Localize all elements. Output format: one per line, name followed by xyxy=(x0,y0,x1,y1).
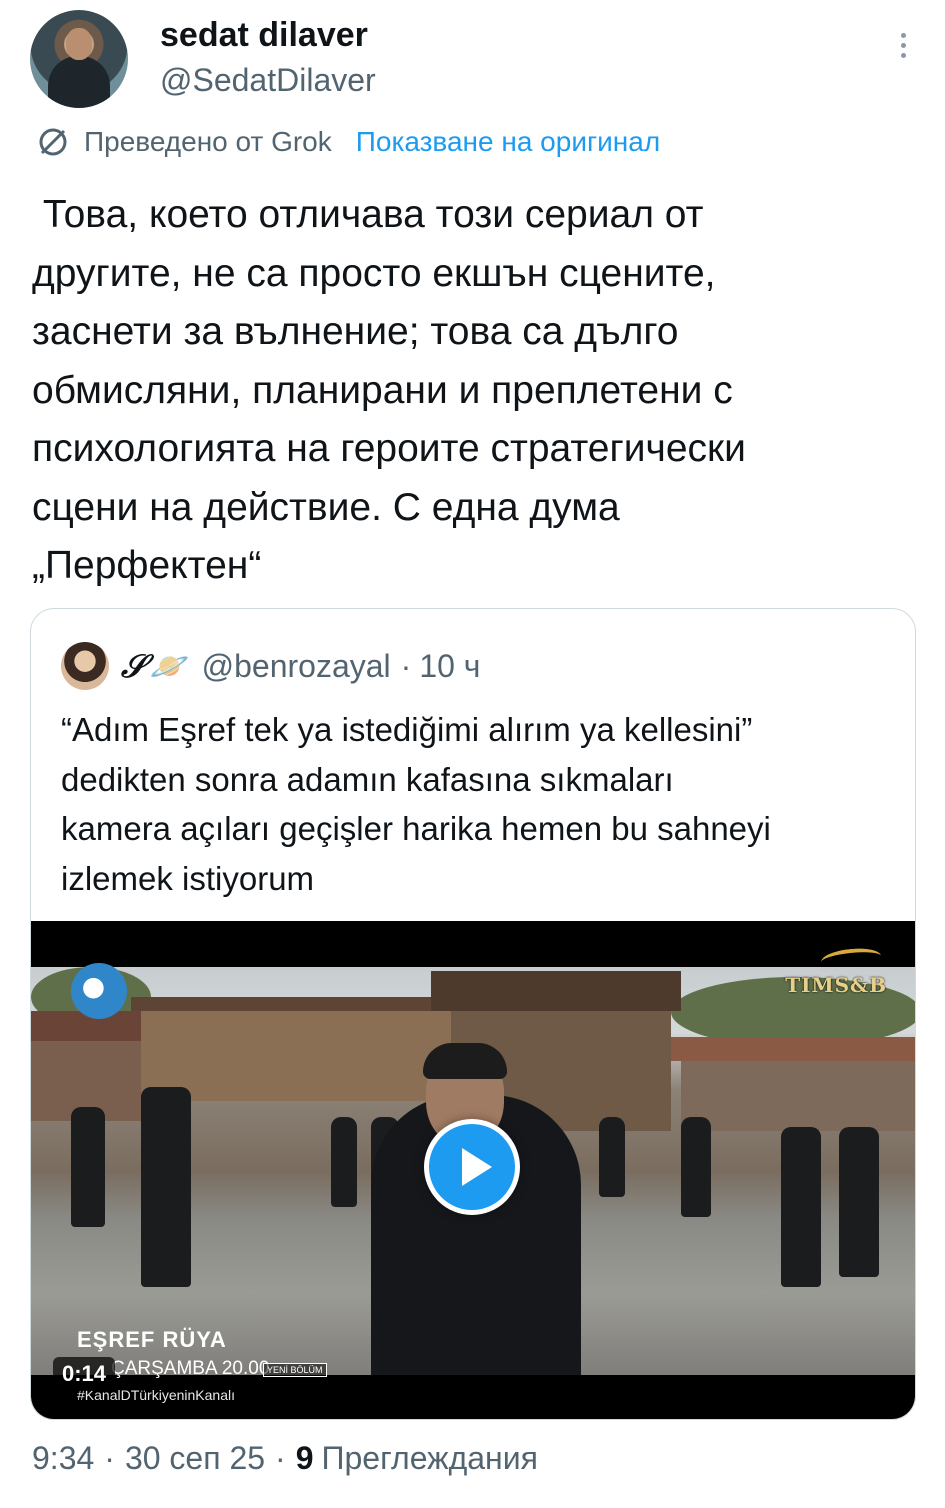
author-display-name[interactable]: sedat dilaver xyxy=(160,16,368,55)
translated-by-label: Преведено от Grok xyxy=(84,126,332,157)
translation-bar: Преведено от Grok Показване на оригинал xyxy=(36,124,660,160)
scene-building xyxy=(681,1061,915,1131)
scene-roof xyxy=(431,971,681,1011)
views-label: Преглеждания xyxy=(321,1440,538,1476)
separator-dot: · xyxy=(275,1440,286,1476)
watermark-logo: TIMS&B xyxy=(785,973,887,997)
avatar-figure xyxy=(48,56,110,108)
overlay-new-episode-badge: YENİ BÖLÜM xyxy=(263,1363,327,1377)
scene-person xyxy=(599,1117,625,1197)
tweet-text: Това, което отличава този сериал от друг… xyxy=(32,193,746,587)
tweet-meta: 9:34 · 30 сеп 25 · 9 Преглеждания xyxy=(32,1440,538,1477)
quoted-tweet-time[interactable]: 10 ч xyxy=(419,648,480,685)
tweet-date[interactable]: 30 сеп 25 xyxy=(125,1440,265,1477)
scene-person xyxy=(71,1107,105,1227)
channel-logo-icon xyxy=(71,963,127,1019)
author-avatar[interactable] xyxy=(30,10,128,108)
show-original-link[interactable]: Показване на оригинал xyxy=(356,126,660,158)
quoted-author-handle[interactable]: @benrozayal xyxy=(202,648,391,685)
video-player[interactable]: TIMS&B EŞREF RÜYA ÇARŞAMBA 20.00 YENİ BÖ… xyxy=(31,921,915,1419)
separator-dot: · xyxy=(400,647,412,684)
views-count: 9 xyxy=(295,1440,314,1476)
translate-icon xyxy=(39,128,67,156)
planet-emoji-icon: 🪐 xyxy=(149,648,190,684)
scene-person xyxy=(141,1087,191,1287)
avatar-face xyxy=(66,28,92,60)
scene-person xyxy=(331,1117,357,1207)
tweet-time[interactable]: 9:34 xyxy=(32,1440,94,1477)
more-options-icon[interactable] xyxy=(891,28,915,68)
quoted-author-avatar[interactable] xyxy=(61,642,109,690)
tweet-header: sedat dilaver @SedatDilaver xyxy=(30,10,915,110)
scene-person xyxy=(681,1117,711,1217)
play-icon[interactable] xyxy=(424,1119,520,1215)
scene-roof xyxy=(131,997,461,1011)
video-duration-badge: 0:14 xyxy=(53,1357,116,1391)
quoted-tweet-header: 𝒮 🪐 @benrozayal · 10 ч xyxy=(61,639,480,693)
quoted-tweet[interactable]: 𝒮 🪐 @benrozayal · 10 ч “Adım Eşref tek y… xyxy=(30,608,916,1420)
scene-building xyxy=(141,1011,451,1101)
scene-roof xyxy=(671,1037,915,1061)
scene-person xyxy=(839,1127,879,1277)
separator-dot: · xyxy=(104,1440,115,1476)
overlay-airtime: ÇARŞAMBA 20.00 xyxy=(111,1358,270,1379)
scene-main-hair xyxy=(423,1043,507,1079)
quoted-tweet-text: “Adım Eşref tek ya istediğimi alırım ya … xyxy=(61,711,771,897)
scene-person xyxy=(781,1127,821,1287)
overlay-show-title: EŞREF RÜYA xyxy=(77,1327,227,1352)
author-handle[interactable]: @SedatDilaver xyxy=(160,62,376,99)
quoted-author-name[interactable]: 𝒮 xyxy=(121,647,146,686)
